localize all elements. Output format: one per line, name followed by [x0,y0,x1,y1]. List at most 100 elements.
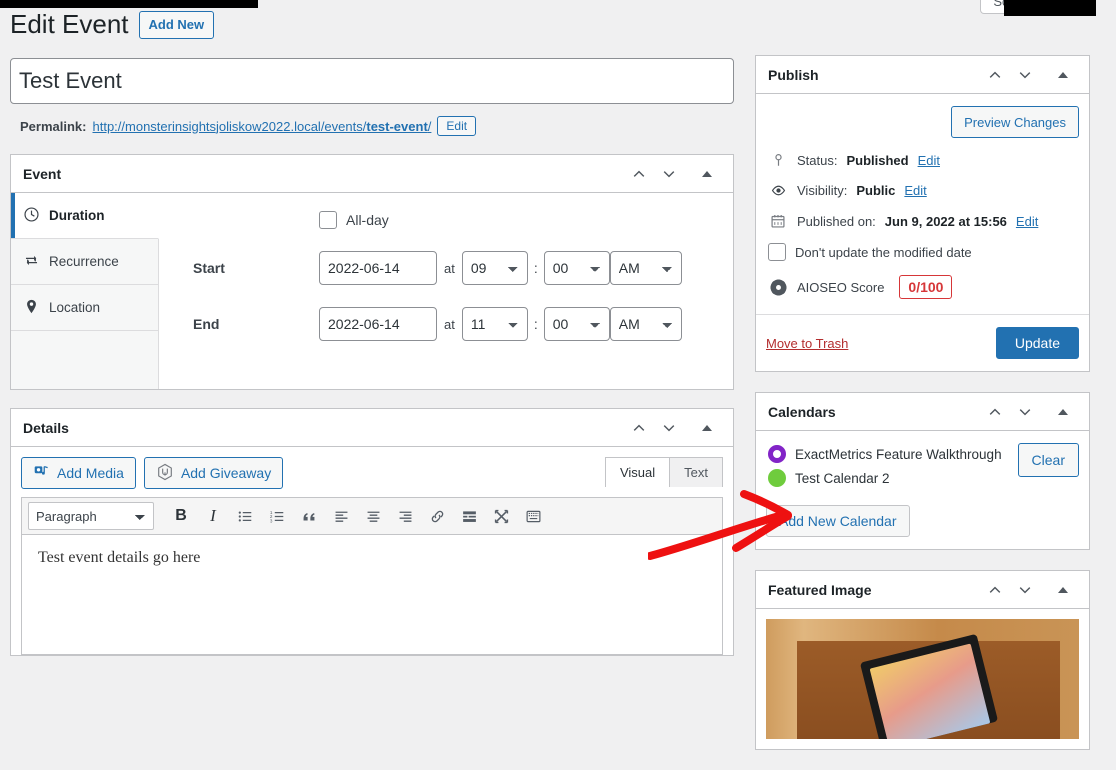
event-tab-location[interactable]: Location [11,285,158,331]
event-start-at-text: at [444,261,455,276]
status-row: Status: Published Edit [766,146,1079,175]
post-title-input[interactable] [10,58,734,104]
read-more-icon[interactable] [454,502,484,530]
event-end-date-input[interactable] [319,307,437,341]
publish-metabox-actions [981,61,1077,89]
event-start-label: Start [159,260,319,276]
status-edit-link[interactable]: Edit [918,153,940,168]
event-tab-recurrence[interactable]: Recurrence [11,239,158,285]
status-label: Status: [797,153,837,168]
event-tab-spacer [11,331,158,389]
move-up-icon[interactable] [625,160,653,188]
visibility-label: Visibility: [797,183,847,198]
permalink-url[interactable]: http://monsterinsightsjoliskow2022.local… [92,119,431,134]
featured-image-thumbnail[interactable] [766,619,1079,739]
move-up-icon[interactable] [625,414,653,442]
calendars-metabox-title: Calendars [768,404,836,420]
event-tab-duration[interactable]: Duration [11,193,159,239]
toggle-panel-icon[interactable] [1049,398,1077,426]
move-up-icon[interactable] [981,576,1009,604]
visibility-edit-link[interactable]: Edit [904,183,926,198]
repeat-icon [23,252,40,272]
add-new-button[interactable]: Add New [139,11,215,40]
visibility-row: Visibility: Public Edit [766,175,1079,206]
bulleted-list-icon[interactable] [230,502,260,530]
add-media-label: Add Media [57,465,124,481]
featured-image-metabox-title: Featured Image [768,582,871,598]
event-end-row: End at 11 : 00 AM [159,307,733,341]
details-metabox: Details Add Media [10,408,734,656]
event-tab-duration-label: Duration [49,208,105,223]
preview-changes-button[interactable]: Preview Changes [951,106,1079,138]
toggle-panel-icon[interactable] [693,160,721,188]
add-new-calendar-button[interactable]: Add New Calendar [766,505,910,537]
bold-icon[interactable]: B [166,502,196,530]
move-to-trash-link[interactable]: Move to Trash [766,336,848,351]
aioseo-score-row: AIOSEO Score 0/100 [766,268,1079,306]
event-metabox-actions [625,160,721,188]
align-right-icon[interactable] [390,502,420,530]
location-pin-icon [23,298,40,318]
pin-icon [768,153,788,168]
preview-row: Preview Changes [766,104,1079,146]
move-down-icon[interactable] [655,160,683,188]
visibility-value: Public [856,183,895,198]
event-metabox-title: Event [23,166,61,182]
event-tab-list: Duration Recurrence Location [11,193,159,389]
calendars-metabox-actions [981,398,1077,426]
toggle-panel-icon[interactable] [1049,576,1077,604]
publish-body: Preview Changes Status: Published Edit V… [756,94,1089,306]
rafflepress-icon [156,463,174,484]
kitchen-sink-icon[interactable] [518,502,548,530]
permalink-slug: test-event [366,119,427,134]
aioseo-score-label: AIOSEO Score [797,280,884,295]
event-start-minute-select[interactable]: 00 [544,251,610,285]
event-end-minute-select[interactable]: 00 [544,307,610,341]
move-down-icon[interactable] [655,414,683,442]
permalink-row: Permalink: http://monsterinsightsjolisko… [10,116,734,136]
event-start-meridiem-select[interactable]: AM [610,251,682,285]
update-button[interactable]: Update [996,327,1079,359]
event-start-date-input[interactable] [319,251,437,285]
featured-image-metabox: Featured Image [755,570,1090,750]
featured-image-body [756,609,1089,749]
event-start-hour-select[interactable]: 09 [462,251,528,285]
editor-content-area[interactable]: Test event details go here [21,535,723,655]
align-center-icon[interactable] [358,502,388,530]
publish-metabox-header: Publish [756,56,1089,94]
italic-icon[interactable]: I [198,502,228,530]
event-end-meridiem-select[interactable]: AM [610,307,682,341]
numbered-list-icon[interactable]: 123 [262,502,292,530]
add-media-button[interactable]: Add Media [21,457,136,489]
move-up-icon[interactable] [981,398,1009,426]
published-on-row: Published on: Jun 9, 2022 at 15:56 Edit [766,206,1079,236]
publish-metabox: Publish Preview Changes [755,55,1090,372]
publish-metabox-title: Publish [768,67,819,83]
screen-options-redaction [1004,0,1096,16]
paragraph-format-select[interactable]: Paragraph [28,502,154,530]
details-metabox-title: Details [23,420,69,436]
align-left-icon[interactable] [326,502,356,530]
editor-media-buttons: Add Media Add Giveaway [21,457,723,489]
clear-calendar-button[interactable]: Clear [1018,443,1079,477]
move-up-icon[interactable] [981,61,1009,89]
dont-update-modified-date-checkbox[interactable] [768,243,786,261]
edit-permalink-button[interactable]: Edit [437,116,476,136]
move-down-icon[interactable] [1011,576,1039,604]
toggle-panel-icon[interactable] [693,414,721,442]
event-end-hour-select[interactable]: 11 [462,307,528,341]
published-on-edit-link[interactable]: Edit [1016,214,1038,229]
add-giveaway-button[interactable]: Add Giveaway [144,457,283,489]
all-day-checkbox[interactable] [319,211,337,229]
featured-image-metabox-header: Featured Image [756,571,1089,609]
calendar-icon [768,213,788,229]
blockquote-icon[interactable] [294,502,324,530]
toggle-panel-icon[interactable] [1049,61,1077,89]
move-down-icon[interactable] [1011,398,1039,426]
link-icon[interactable] [422,502,452,530]
fullscreen-icon[interactable] [486,502,516,530]
move-down-icon[interactable] [1011,61,1039,89]
main-column: Permalink: http://monsterinsightsjolisko… [10,58,734,656]
calendar-color-swatch [768,445,786,463]
eye-icon [768,182,788,199]
